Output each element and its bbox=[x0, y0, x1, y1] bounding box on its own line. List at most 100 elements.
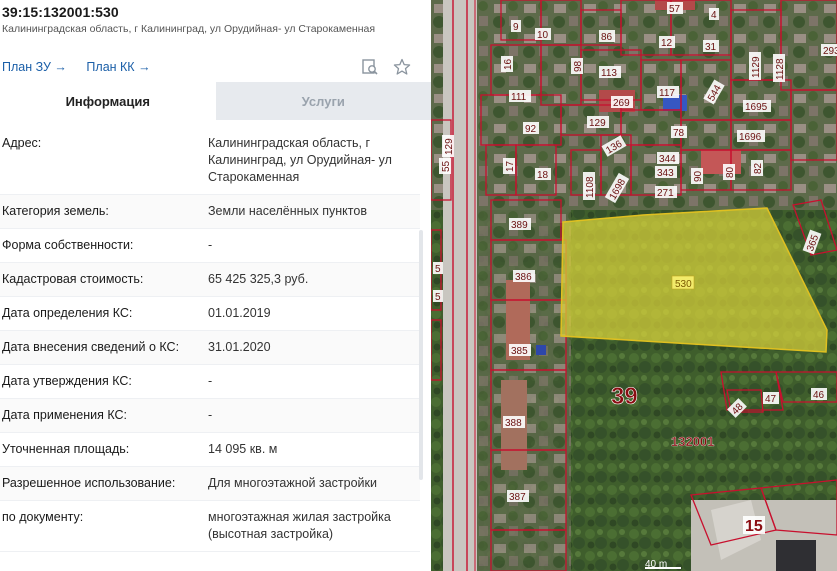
info-value: - bbox=[208, 374, 213, 388]
info-value: 14 095 кв. м bbox=[208, 442, 278, 456]
parcel-number-label: 129 bbox=[442, 135, 455, 157]
parcel-number-label: 388 bbox=[503, 416, 525, 429]
plan-zu-link[interactable]: План ЗУ → bbox=[2, 60, 67, 74]
parcel-number-label: 82 bbox=[751, 160, 764, 176]
info-row-entry-date: Дата внесения сведений о КС: 31.01.2020 bbox=[0, 331, 420, 365]
parcel-number-label: 1696 bbox=[737, 130, 765, 143]
tab-information[interactable]: Информация bbox=[0, 82, 216, 120]
dark-roof bbox=[776, 540, 816, 571]
parcel-number-label: 1108 bbox=[583, 172, 596, 200]
info-row-by-document: по документу: многоэтажная жилая застрой… bbox=[0, 501, 420, 552]
info-value: - bbox=[208, 408, 213, 422]
parcel-number-label: 113 bbox=[599, 66, 621, 79]
parcel-label-text: 129 bbox=[589, 118, 606, 129]
info-value: Для многоэтажной застройки bbox=[208, 476, 377, 490]
parcel-number-label: 15 bbox=[743, 516, 765, 535]
parcel-number-label: 1128 bbox=[773, 54, 786, 82]
tab-services[interactable]: Услуги bbox=[215, 82, 431, 120]
parcel-label-text: 5 bbox=[435, 292, 441, 303]
parcel-number-label: 31 bbox=[703, 40, 719, 53]
info-table: Адрес: Калининградская область, г Калини… bbox=[0, 127, 420, 552]
parcel-number-label: 111 bbox=[509, 90, 531, 103]
parcel-label-text: 388 bbox=[505, 418, 522, 429]
parcel-label-text: 57 bbox=[669, 4, 681, 15]
parcel-label-text: 55 bbox=[441, 160, 452, 172]
parcel-label-text: 1695 bbox=[745, 102, 768, 113]
parcel-number-label: 57 bbox=[667, 2, 683, 15]
parcel-address-subtitle: Калининградская область, г Калининград, … bbox=[2, 23, 376, 35]
info-value: - bbox=[208, 238, 213, 252]
parcel-number-label: 17 bbox=[503, 158, 516, 174]
info-row-approval-date: Дата утверждения КС: - bbox=[0, 365, 420, 399]
parcel-number-label: 46 bbox=[811, 388, 827, 401]
info-key: Уточненная площадь: bbox=[2, 442, 130, 456]
info-value: Калининградская область, г Калининград, … bbox=[208, 136, 392, 184]
parcel-label-text: 385 bbox=[511, 346, 528, 357]
info-panel: 39:15:132001:530 Калининградская область… bbox=[0, 0, 431, 571]
info-row-value-date: Дата определения КС: 01.01.2019 bbox=[0, 297, 420, 331]
parcel-label-text: 1696 bbox=[739, 132, 762, 143]
header-icons bbox=[361, 58, 411, 76]
parcel-label-text: 1129 bbox=[751, 56, 762, 78]
parcel-label-text: 12 bbox=[661, 38, 673, 49]
parcel-number-label: 86 bbox=[599, 30, 615, 43]
parcel-number-label: 293 bbox=[821, 44, 837, 57]
parcel-number-label: 92 bbox=[523, 122, 539, 135]
parcel-number-label: 1695 bbox=[743, 100, 771, 113]
parcel-label-text: 5 bbox=[435, 264, 441, 275]
parcel-label-text: 90 bbox=[693, 170, 704, 182]
info-row-cadastral-value: Кадастровая стоимость: 65 425 325,3 руб. bbox=[0, 263, 420, 297]
quarter-number-label: 132001 bbox=[671, 434, 714, 449]
parcel-number-label: 389 bbox=[509, 218, 531, 231]
star-icon[interactable] bbox=[393, 58, 411, 76]
info-key: по документу: bbox=[2, 510, 84, 524]
parcel-label-text: 387 bbox=[509, 492, 526, 503]
parcel-label-text: 343 bbox=[657, 168, 674, 179]
parcel-number-label: 18 bbox=[535, 168, 551, 181]
parcel-label-text: 15 bbox=[745, 518, 763, 535]
parcel-label-text: 10 bbox=[537, 30, 549, 41]
info-key: Дата применения КС: bbox=[2, 408, 128, 422]
map-canvas[interactable]: 57 4 9 10 86 12 31 293 16 98 113 1129 1128 111 269 117 5… bbox=[431, 0, 837, 571]
parcel-label-text: 1128 bbox=[775, 58, 786, 80]
parcel-number-label: 344 bbox=[657, 152, 679, 165]
info-key: Разрешенное использование: bbox=[2, 476, 176, 490]
parcel-number-label: 269 bbox=[611, 96, 633, 109]
scale-label: 40 m bbox=[645, 559, 667, 570]
info-key: Дата определения КС: bbox=[2, 306, 133, 320]
info-row-address: Адрес: Калининградская область, г Калини… bbox=[0, 127, 420, 195]
parcel-label-text: 86 bbox=[601, 32, 613, 43]
parcel-number-label: 80 bbox=[723, 164, 736, 180]
document-search-icon[interactable] bbox=[361, 58, 379, 76]
parcel-number-label: 386 bbox=[513, 270, 535, 283]
parcel-number-label: 343 bbox=[655, 166, 677, 179]
plan-kk-link[interactable]: План КК → bbox=[86, 60, 150, 74]
info-row-ownership: Форма собственности: - bbox=[0, 229, 420, 263]
parcel-label-text: 117 bbox=[659, 88, 675, 99]
parcel-number-label: 10 bbox=[535, 28, 551, 41]
parcel-number-label: 55 bbox=[439, 158, 452, 174]
cadastral-map[interactable]: 57 4 9 10 86 12 31 293 16 98 113 1129 1128 111 269 117 5… bbox=[431, 0, 837, 571]
parcel-label-text: 92 bbox=[525, 124, 537, 135]
parcel-number-label: 5 bbox=[433, 262, 443, 275]
selected-parcel-number: 530 bbox=[675, 279, 692, 290]
parcel-number-label: 16 bbox=[501, 56, 514, 72]
parcel-label-text: 113 bbox=[601, 68, 617, 79]
parcel-label-text: 82 bbox=[753, 162, 764, 174]
parcel-number-label: 12 bbox=[659, 36, 675, 49]
parcel-label-text: 98 bbox=[573, 60, 584, 72]
selected-parcel-label: 530 bbox=[671, 275, 695, 290]
info-row-application-date: Дата применения КС: - bbox=[0, 399, 420, 433]
info-key: Дата внесения сведений о КС: bbox=[2, 340, 180, 354]
parcel-label-text: 31 bbox=[705, 42, 717, 53]
parcel-number-label: 4 bbox=[709, 8, 719, 21]
parcel-label-text: 1108 bbox=[585, 176, 596, 198]
info-value: Земли населённых пунктов bbox=[208, 204, 367, 218]
info-key: Категория земель: bbox=[2, 204, 109, 218]
info-row-land-category: Категория земель: Земли населённых пункт… bbox=[0, 195, 420, 229]
info-value: 65 425 325,3 руб. bbox=[208, 272, 309, 286]
panel-scrollbar[interactable] bbox=[419, 230, 423, 480]
parcel-label-text: 18 bbox=[537, 170, 549, 181]
parcel-label-text: 111 bbox=[511, 92, 527, 103]
parcel-label-text: 16 bbox=[503, 58, 514, 70]
